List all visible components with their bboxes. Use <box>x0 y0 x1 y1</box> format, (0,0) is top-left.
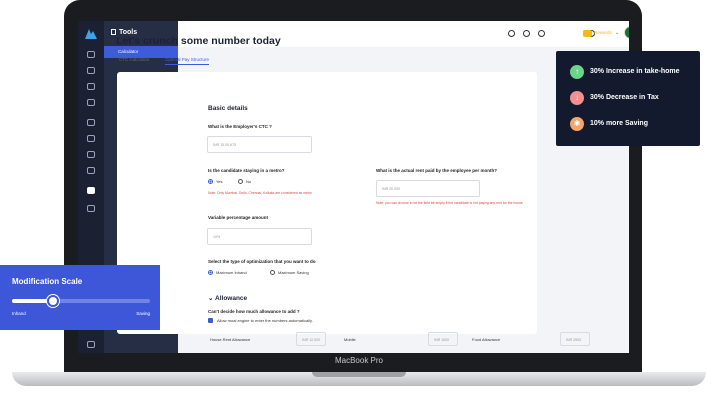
tab-optimal-pay-structure[interactable]: Optimal Pay Structure <box>165 57 210 65</box>
benefits-card: ↑ 30% Increase in take-home ↓ 30% Decrea… <box>556 51 700 146</box>
report-icon[interactable] <box>87 205 95 212</box>
tab-ctc-calculator[interactable]: CTC Calculator <box>119 57 150 62</box>
sun-icon: ✱ <box>570 117 584 131</box>
optimization-label: Select the type of optimization that you… <box>208 259 316 264</box>
chevron-down-icon[interactable]: ⌄ <box>615 30 619 36</box>
arrow-up-icon: ↑ <box>570 65 584 79</box>
section-allowance[interactable]: ⌄ Allowance <box>208 294 247 302</box>
slider-min-label: Inhand <box>12 311 26 316</box>
calendar-icon[interactable] <box>87 151 95 158</box>
chevron-down-icon: ⌄ <box>208 295 216 302</box>
section-basic-details: Basic details <box>208 105 248 112</box>
metro-yes-label: Yes <box>216 179 223 184</box>
avatar[interactable] <box>624 26 629 39</box>
device-label: MacBook Pro <box>334 356 384 365</box>
metro-no-radio[interactable] <box>238 179 243 184</box>
user-icon[interactable] <box>87 67 95 74</box>
slider-max-label: Saving <box>136 311 150 316</box>
rewards-label[interactable]: Rewards <box>594 30 612 35</box>
metro-no-label: No <box>246 179 252 184</box>
logout-icon[interactable] <box>87 341 95 348</box>
benefit-text: 30% Increase in take-home <box>590 68 680 75</box>
modification-scale-card: Modification Scale Inhand Saving <box>0 265 160 330</box>
variable-input[interactable]: 10% <box>207 228 312 245</box>
slider-thumb[interactable] <box>47 295 60 307</box>
person-icon[interactable] <box>87 99 95 106</box>
tools-icon[interactable] <box>87 187 95 194</box>
metro-label: Is the candidate staying in a metro? <box>208 168 285 173</box>
mobile-label: Mobile <box>344 337 356 342</box>
arrow-down-icon: ↓ <box>570 91 584 105</box>
settings-icon[interactable] <box>538 30 545 37</box>
metro-note: Note: Only Mumbai, Delhi, Chennai, Kolka… <box>208 191 312 195</box>
laptop-mockup: Tools Calculator Rewards ⌄ Let's crunch … <box>0 0 718 403</box>
page-title: Let's crunch some number today <box>116 35 281 47</box>
chat-bubble-icon[interactable] <box>508 30 515 37</box>
ctc-label: What is the Employer's CTC ? <box>208 124 272 129</box>
metro-yes-radio[interactable] <box>208 179 213 184</box>
people-icon[interactable] <box>87 83 95 90</box>
rent-note: Note: you can choose to let the field be… <box>376 201 523 205</box>
grid-icon[interactable] <box>87 135 95 142</box>
max-saving-label: Maximum Saving <box>278 270 309 275</box>
bulb-icon[interactable] <box>87 51 95 58</box>
benefit-text: 30% Decrease in Tax <box>590 94 659 101</box>
variable-label: Variable percentage amount <box>208 215 269 220</box>
allowance-title: Allowance <box>215 295 248 302</box>
rent-label: What is the actual rent paid by the empl… <box>376 168 498 173</box>
auto-allowance-label: Allow moai engine to enter the numbers a… <box>217 318 313 323</box>
modification-scale-title: Modification Scale <box>12 277 83 286</box>
app-logo-icon <box>85 29 97 39</box>
food-input[interactable]: INR 2500 <box>560 332 590 346</box>
allowance-question: Can't decide how much allowance to add ? <box>208 309 300 314</box>
document-icon[interactable] <box>87 119 95 126</box>
modification-scale-slider[interactable] <box>12 295 150 307</box>
hra-label: House Rent Allowance <box>210 337 251 342</box>
max-inhand-radio[interactable] <box>208 270 213 275</box>
help-icon[interactable] <box>523 30 530 37</box>
max-saving-radio[interactable] <box>270 270 275 275</box>
auto-allowance-checkbox[interactable] <box>208 318 213 323</box>
hra-input[interactable]: INR 12,000 <box>296 332 326 346</box>
benefit-text: 10% more Saving <box>590 120 648 127</box>
laptop-notch <box>312 372 406 377</box>
food-label: Food Allowance <box>472 337 501 342</box>
ctc-input[interactable]: INR 15,00,675 <box>207 136 312 153</box>
wallet-icon[interactable] <box>87 167 95 174</box>
coin-icon <box>583 30 592 37</box>
max-inhand-label: Maximum Inhand <box>216 270 247 275</box>
rent-input[interactable]: INR 20,000 <box>376 180 480 197</box>
mobile-input[interactable]: INR 1000 <box>428 332 458 346</box>
